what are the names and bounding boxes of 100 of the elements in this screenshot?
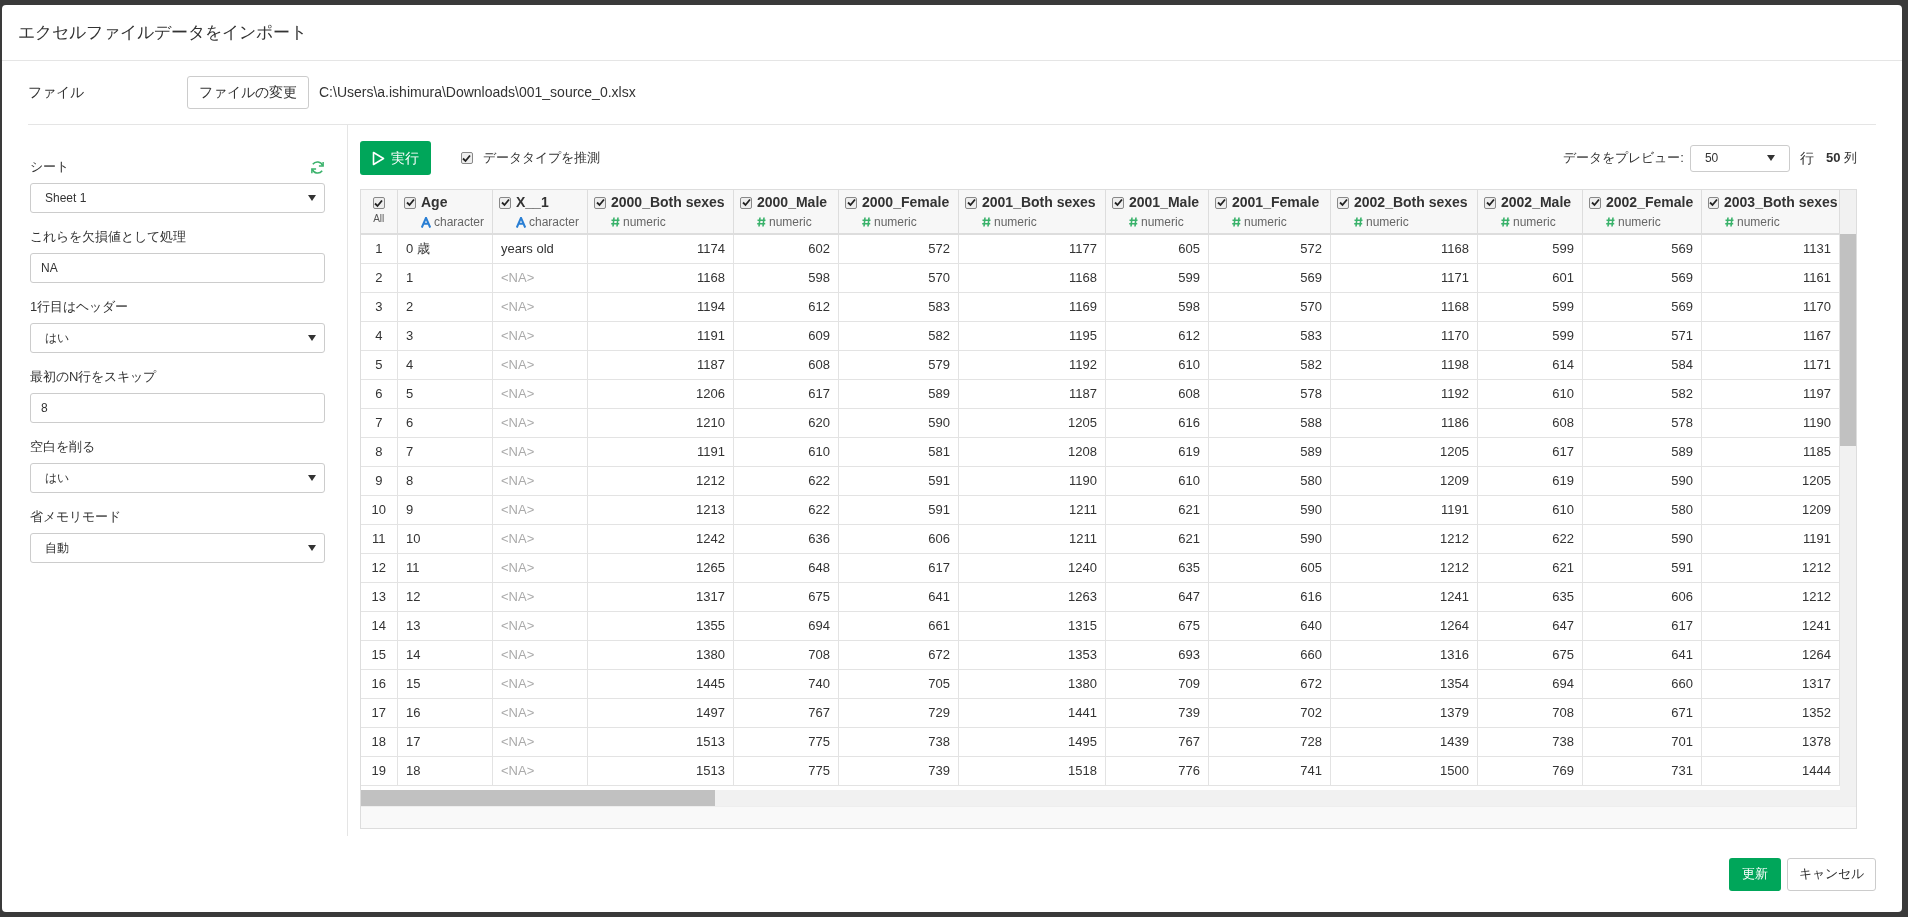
table-cell: 7	[397, 437, 493, 466]
checkbox[interactable]	[740, 196, 752, 209]
table-cell: 1191	[587, 437, 734, 466]
refresh-icon[interactable]	[309, 159, 325, 175]
table-cell: 622	[1477, 524, 1583, 553]
input-field[interactable]: NA	[30, 253, 325, 283]
checkbox[interactable]	[965, 196, 977, 209]
table-cell: <NA>	[492, 756, 588, 785]
checkbox[interactable]	[404, 196, 416, 209]
table-cell: 1242	[587, 524, 734, 553]
dropdown[interactable]: Sheet 1	[30, 183, 325, 213]
horizontal-scrollbar[interactable]	[360, 790, 1856, 806]
table-cell: 1209	[1701, 495, 1840, 524]
table-cell: <NA>	[492, 437, 588, 466]
table-cell: 1445	[587, 669, 734, 698]
table-cell: 1316	[1330, 640, 1478, 669]
checkbox[interactable]	[1589, 196, 1601, 209]
hash-icon	[1725, 217, 1734, 227]
table-cell: 1169	[958, 292, 1106, 321]
vertical-scrollbar[interactable]	[1840, 190, 1856, 790]
checkbox[interactable]	[499, 196, 511, 209]
table-cell: 767	[733, 698, 839, 727]
table-cell: 1192	[958, 350, 1106, 379]
hash-icon	[611, 217, 620, 227]
checkbox[interactable]	[460, 152, 473, 164]
table-cell: 602	[733, 234, 839, 263]
table-cell: 588	[1208, 408, 1331, 437]
table-cell: 1171	[1330, 263, 1478, 292]
table-cell: 1185	[1701, 437, 1840, 466]
checkbox[interactable]	[1484, 196, 1496, 209]
column-header[interactable]: 2002_Female numeric	[1582, 190, 1702, 234]
table-cell: 572	[1208, 234, 1331, 263]
column-header[interactable]: 2000_Male numeric	[733, 190, 839, 234]
dropdown[interactable]: はい	[30, 463, 325, 493]
table-cell: 1240	[958, 553, 1106, 582]
table-cell: <NA>	[492, 582, 588, 611]
checkbox[interactable]	[1337, 196, 1349, 209]
table-cell: 635	[1105, 553, 1209, 582]
table-cell: 1211	[958, 524, 1106, 553]
table-cell: 636	[733, 524, 839, 553]
column-header[interactable]: 2001_Both sexes numeric	[958, 190, 1106, 234]
dropdown[interactable]: はい	[30, 323, 325, 353]
table-cell: 1354	[1330, 669, 1478, 698]
table-cell: 605	[1105, 234, 1209, 263]
scrollbar-thumb[interactable]	[1840, 234, 1856, 446]
column-header[interactable]: X__1 character	[492, 190, 588, 234]
input-field[interactable]: 8	[30, 393, 325, 423]
change-file-button[interactable]: ファイルの変更	[187, 76, 309, 109]
table-cell: 569	[1582, 263, 1702, 292]
table-cell: 1264	[1330, 611, 1478, 640]
table-cell: 617	[838, 553, 959, 582]
table-cell: 1495	[958, 727, 1106, 756]
table-cell: 1197	[1701, 379, 1840, 408]
checkbox[interactable]	[1708, 196, 1719, 209]
row-number: 2	[360, 263, 398, 292]
table-cell: <NA>	[492, 350, 588, 379]
table-cell: 1355	[587, 611, 734, 640]
table-cell: 738	[1477, 727, 1583, 756]
checkbox[interactable]	[1112, 196, 1124, 209]
table-cell: 1500	[1330, 756, 1478, 785]
column-header[interactable]: 2002_Both sexes numeric	[1330, 190, 1478, 234]
checkbox[interactable]	[845, 196, 857, 209]
scrollbar-thumb[interactable]	[360, 790, 715, 806]
cancel-button[interactable]: キャンセル	[1787, 857, 1876, 891]
table-cell: 1212	[587, 466, 734, 495]
table-cell: 1265	[587, 553, 734, 582]
table-cell: 635	[1477, 582, 1583, 611]
dialog-title: エクセルファイルデータをインポート	[18, 21, 307, 44]
table-cell: 769	[1477, 756, 1583, 785]
checkbox[interactable]	[594, 196, 606, 209]
checkbox[interactable]	[1215, 196, 1227, 209]
table-cell: 581	[838, 437, 959, 466]
column-header[interactable]: 2002_Male numeric	[1477, 190, 1583, 234]
table-cell: 616	[1105, 408, 1209, 437]
dropdown[interactable]: 自動	[30, 533, 325, 563]
column-header[interactable]: 2000_Female numeric	[838, 190, 959, 234]
table-cell: 1212	[1701, 553, 1840, 582]
hash-icon	[757, 217, 766, 227]
table-cell: 708	[733, 640, 839, 669]
preview-select[interactable]: 50	[1689, 144, 1790, 172]
table-cell: 672	[838, 640, 959, 669]
column-header[interactable]: 2001_Male numeric	[1105, 190, 1209, 234]
table-cell: 614	[1477, 350, 1583, 379]
checkbox[interactable]	[372, 197, 385, 209]
table-cell: 1168	[958, 263, 1106, 292]
caret-icon	[1766, 155, 1775, 161]
table-cell: 1208	[958, 437, 1106, 466]
row-number: 1	[360, 234, 398, 263]
table-cell: 599	[1105, 263, 1209, 292]
row-number: 14	[360, 611, 398, 640]
row-number: 17	[360, 698, 398, 727]
column-header[interactable]: 2001_Female numeric	[1208, 190, 1331, 234]
table-cell: 15	[397, 669, 493, 698]
column-header[interactable]: Age character	[397, 190, 493, 234]
table-cell: 672	[1208, 669, 1331, 698]
table-cell: 4	[397, 350, 493, 379]
column-header[interactable]: 2003_Both sexes numeric	[1701, 190, 1840, 234]
table-cell: 1317	[1701, 669, 1840, 698]
table-cell: 1439	[1330, 727, 1478, 756]
column-header[interactable]: 2000_Both sexes numeric	[587, 190, 734, 234]
